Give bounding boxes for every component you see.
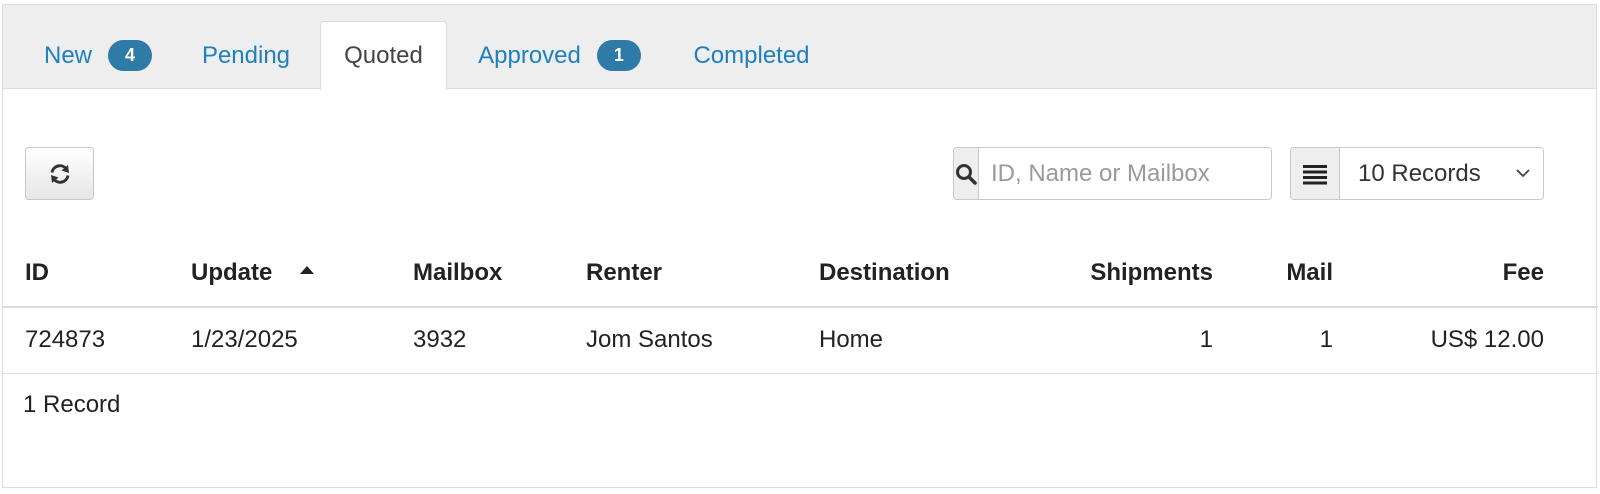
table-row[interactable]: 724873 1/23/2025 3932 Jom Santos Home 1 … [3,307,1598,374]
tab-approved-label: Approved [478,41,581,69]
records-select[interactable]: 10 Records [1340,148,1543,199]
search-box [953,147,1272,200]
cell-mailbox: 3932 [413,307,586,374]
refresh-button[interactable] [25,147,94,200]
cell-renter: Jom Santos [586,307,819,374]
cell-destination: Home [819,307,999,374]
search-addon [954,148,979,199]
chevron-down-icon [1516,169,1530,178]
tab-new-label: New [43,41,92,69]
list-icon [1303,164,1327,184]
records-addon [1291,148,1340,199]
tab-quoted[interactable]: Quoted [320,21,447,90]
records-select-value: 10 Records [1358,159,1481,187]
column-header-shipments[interactable]: Shipments [999,239,1213,308]
column-header-destination[interactable]: Destination [819,239,999,308]
tab-approved-count-badge: 1 [596,40,641,71]
cell-mail: 1 [1213,307,1333,374]
tab-approved[interactable]: Approved 1 [457,21,662,90]
tab-new-count-badge: 4 [108,40,152,71]
tab-new[interactable]: New 4 [25,21,171,90]
status-tabs: New 4 Pending Quoted Approved 1 Complete… [3,5,1596,90]
refresh-icon [50,163,69,184]
record-count: 1 Record [23,391,121,418]
cell-id: 724873 [3,307,191,374]
sort-ascending-icon [300,266,315,275]
search-input[interactable] [979,148,1271,199]
cell-fee: US$ 12.00 [1333,307,1598,374]
cell-update: 1/23/2025 [191,307,413,374]
records-per-page: 10 Records [1290,147,1544,200]
search-icon [956,163,977,185]
column-header-id[interactable]: ID [3,239,191,308]
quotes-panel: New 4 Pending Quoted Approved 1 Complete… [2,4,1598,488]
tab-quoted-label: Quoted [344,42,423,69]
column-header-mail[interactable]: Mail [1213,239,1333,308]
column-header-update[interactable]: Update [191,239,413,308]
table-header-row: ID Update Mailbox Renter Destination Shi… [3,239,1598,308]
column-header-renter[interactable]: Renter [586,239,819,308]
column-header-mailbox[interactable]: Mailbox [413,239,586,308]
tab-pending[interactable]: Pending [183,21,309,90]
tab-pending-label: Pending [201,41,291,69]
quotes-table: ID Update Mailbox Renter Destination Shi… [3,239,1598,374]
tab-completed-label: Completed [693,41,810,69]
tab-completed[interactable]: Completed [674,21,829,90]
cell-shipments: 1 [999,307,1213,374]
column-header-fee[interactable]: Fee [1333,239,1598,308]
